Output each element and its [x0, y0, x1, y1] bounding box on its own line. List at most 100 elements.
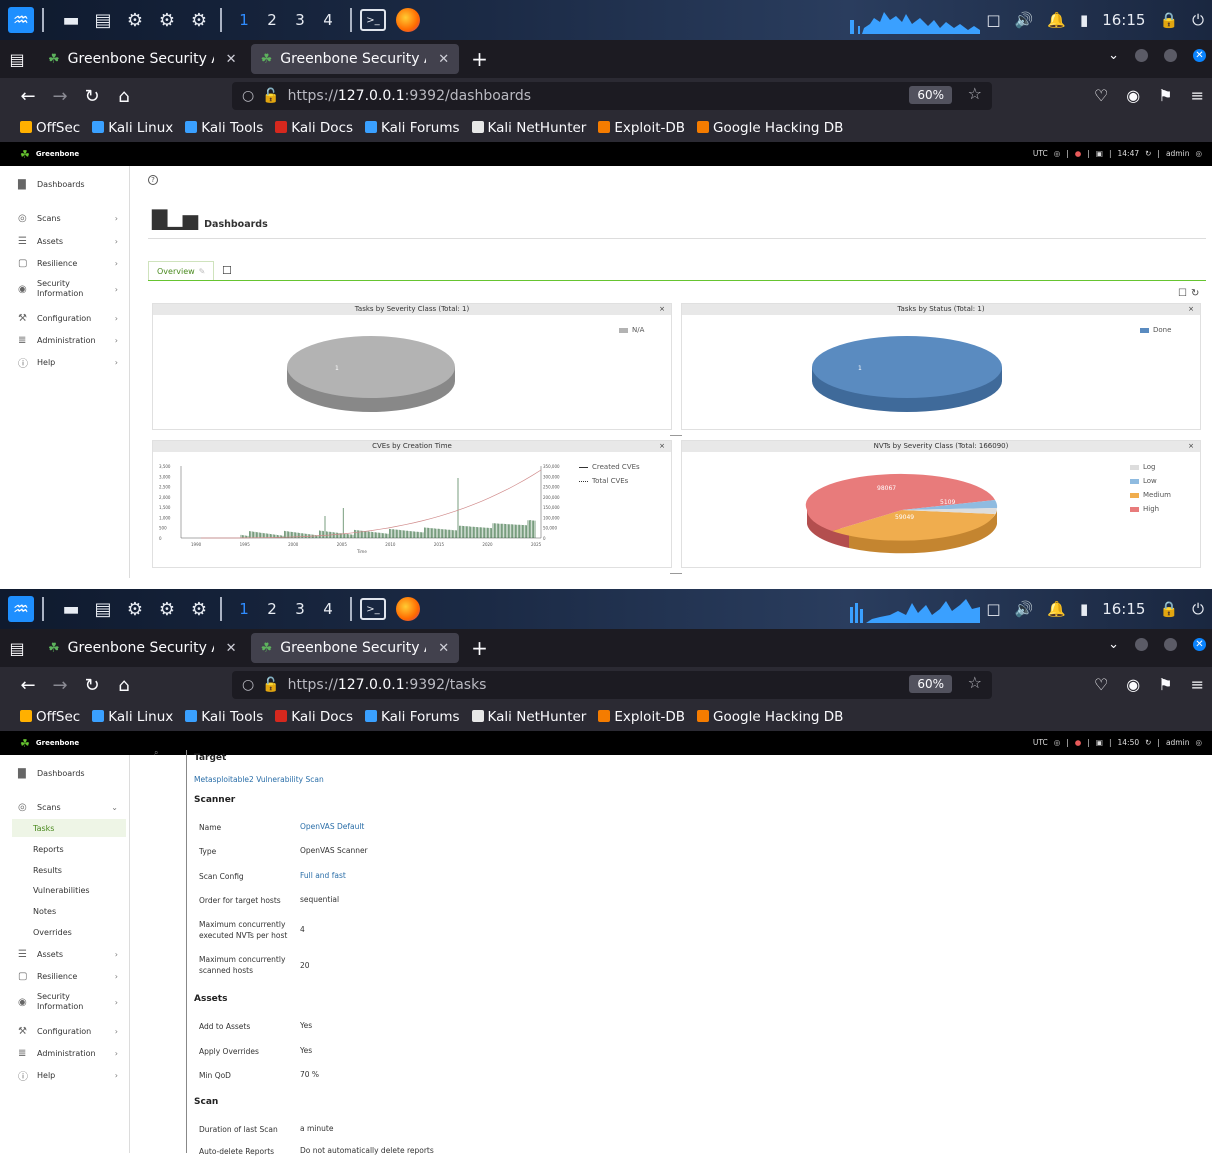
volume-icon[interactable]: 🔊	[1015, 11, 1034, 29]
settings-icon[interactable]: ⚙	[122, 596, 148, 622]
user-name[interactable]: admin	[1166, 149, 1190, 158]
bookmark-kali-nethunter[interactable]: Kali NetHunter	[471, 120, 586, 136]
sidebar-item-help[interactable]: ⓘ Help ›	[0, 1065, 130, 1085]
page-help-icon[interactable]: ?	[148, 175, 158, 185]
sidebar-item-assets[interactable]: ☰ Assets ›	[0, 231, 130, 251]
folder-icon[interactable]: ▤	[90, 7, 116, 33]
window-icon[interactable]: □	[986, 11, 1000, 29]
add-display-icon[interactable]: ☐	[1178, 288, 1187, 299]
clipboard-icon[interactable]: ▣	[1096, 738, 1103, 747]
home-icon[interactable]: ⌂	[108, 86, 140, 107]
volume-icon[interactable]: 🔊	[1015, 600, 1034, 618]
bookmark-kali-tools[interactable]: Kali Tools	[185, 709, 263, 725]
workspace-2[interactable]: 2	[258, 600, 286, 618]
settings-icon-3[interactable]: ⚙	[186, 596, 212, 622]
sidebar-item-configuration[interactable]: ⚒ Configuration ›	[0, 1021, 130, 1041]
sidebar-item-security-information[interactable]: ◉ Security Information ›	[0, 992, 130, 1012]
terminal-icon[interactable]: >_	[360, 598, 386, 620]
sidebar-item-configuration[interactable]: ⚒ Configuration ›	[0, 308, 130, 328]
shield-icon[interactable]: ○	[242, 677, 254, 693]
workspace-1[interactable]: 1	[230, 11, 258, 29]
workspace-2[interactable]: 2	[258, 11, 286, 29]
sidebar-subitem-notes[interactable]: Notes	[0, 902, 130, 920]
bookmark-star-icon[interactable]: ☆	[968, 673, 982, 692]
new-tab-icon[interactable]: +	[471, 636, 488, 660]
workspace-4[interactable]: 4	[314, 600, 342, 618]
alert-icon[interactable]: ●	[1075, 149, 1082, 158]
power-icon[interactable]: ⏻	[1192, 600, 1204, 618]
bookmark-google-hacking-db[interactable]: Google Hacking DB	[697, 120, 843, 136]
settings-icon-2[interactable]: ⚙	[154, 7, 180, 33]
target-link[interactable]: Metasploitable2 Vulnerability Scan	[194, 775, 324, 784]
reload-icon[interactable]: ↻	[76, 675, 108, 696]
folder-icon[interactable]: ▤	[90, 596, 116, 622]
workspace-3[interactable]: 3	[286, 11, 314, 29]
close-panel-icon[interactable]: ×	[659, 304, 665, 315]
forward-icon[interactable]: →	[44, 86, 76, 107]
bookmark-google-hacking-db[interactable]: Google Hacking DB	[697, 709, 843, 725]
tab-list-icon[interactable]: ▤	[0, 639, 34, 658]
account-icon[interactable]: ◉	[1126, 675, 1140, 694]
firefox-icon[interactable]	[396, 597, 420, 621]
minimize-button[interactable]	[1135, 49, 1148, 62]
bookmark-kali-docs[interactable]: Kali Docs	[275, 709, 353, 725]
maximize-button[interactable]	[1164, 49, 1177, 62]
pie-slice-na[interactable]	[287, 336, 455, 398]
sidebar-subitem-tasks[interactable]: Tasks	[12, 819, 126, 837]
maximize-button[interactable]	[1164, 638, 1177, 651]
sidebar-item-help[interactable]: ⓘ Help ›	[0, 352, 130, 372]
new-tab-icon[interactable]: +	[471, 47, 488, 71]
firefox-icon[interactable]	[396, 8, 420, 32]
settings-icon-3[interactable]: ⚙	[186, 7, 212, 33]
workspace-1[interactable]: 1	[230, 600, 258, 618]
workspace-3[interactable]: 3	[286, 600, 314, 618]
bookmark-kali-linux[interactable]: Kali Linux	[92, 709, 173, 725]
pie-slice-done[interactable]	[812, 336, 1002, 398]
close-tab-icon[interactable]: ✕	[226, 641, 237, 656]
tab-list-icon[interactable]: ▤	[0, 50, 34, 69]
bell-icon[interactable]: 🔔	[1047, 11, 1066, 29]
browser-tab-1[interactable]: ☘ Greenbone Security Assis ✕	[38, 633, 247, 663]
window-icon[interactable]: □	[986, 600, 1000, 618]
close-window-button[interactable]: ✕	[1193, 638, 1206, 651]
pocket-icon[interactable]: ♡	[1094, 86, 1108, 105]
desktop-icon[interactable]: ▬	[58, 596, 84, 622]
chevron-down-icon[interactable]: ⌄	[1108, 637, 1119, 652]
scan-config-link[interactable]: Full and fast	[300, 871, 346, 880]
clipboard-icon[interactable]: ▣	[1096, 149, 1103, 158]
reload-icon[interactable]: ↻	[76, 86, 108, 107]
browser-tab-2[interactable]: ☘ Greenbone Security Assis ✕	[250, 44, 460, 74]
edit-icon[interactable]: ✎	[199, 267, 206, 276]
zoom-level[interactable]: 60%	[909, 675, 952, 693]
logout-icon[interactable]: ◎	[1195, 738, 1202, 747]
close-panel-icon[interactable]: ×	[659, 441, 665, 452]
kali-menu-icon[interactable]: ♒	[8, 7, 34, 33]
kali-menu-icon[interactable]: ♒	[8, 596, 34, 622]
greenbone-logo-icon[interactable]: ☘	[20, 737, 30, 750]
close-tab-icon[interactable]: ✕	[226, 52, 237, 67]
new-dashboard-icon[interactable]: ☐	[222, 264, 232, 277]
minimize-button[interactable]	[1135, 638, 1148, 651]
sidebar-subitem-vulnerabilities[interactable]: Vulnerabilities	[0, 881, 130, 899]
bell-icon[interactable]: 🔔	[1047, 600, 1066, 618]
bookmark-offsec[interactable]: OffSec	[20, 709, 80, 725]
sidebar-item-administration[interactable]: ≣ Administration ›	[0, 330, 130, 350]
scanner-name-link[interactable]: OpenVAS Default	[300, 822, 364, 831]
refresh-icon[interactable]: ↻	[1145, 738, 1151, 747]
workspace-4[interactable]: 4	[314, 11, 342, 29]
sidebar-item-resilience[interactable]: ▢ Resilience ›	[0, 966, 130, 986]
settings-icon-2[interactable]: ⚙	[154, 596, 180, 622]
bookmark-kali-docs[interactable]: Kali Docs	[275, 120, 353, 136]
home-icon[interactable]: ⌂	[108, 675, 140, 696]
lock-warning-icon[interactable]: 🔓	[262, 677, 279, 693]
zoom-level[interactable]: 60%	[909, 86, 952, 104]
sidebar-subitem-reports[interactable]: Reports	[0, 840, 130, 858]
extensions-icon[interactable]: ⚑	[1158, 675, 1172, 694]
browser-tab-2[interactable]: ☘ Greenbone Security Assis ✕	[250, 633, 460, 663]
sidebar-subitem-results[interactable]: Results	[0, 861, 130, 879]
sidebar-item-dashboards[interactable]: ▇ Dashboards	[0, 763, 130, 783]
back-icon[interactable]: ←	[12, 86, 44, 107]
tab-overview[interactable]: Overview ✎	[148, 261, 215, 281]
url-bar[interactable]: ○ 🔓 https://127.0.0.1:9392/tasks 60% ☆	[232, 671, 992, 699]
bookmark-exploit-db[interactable]: Exploit-DB	[598, 120, 685, 136]
